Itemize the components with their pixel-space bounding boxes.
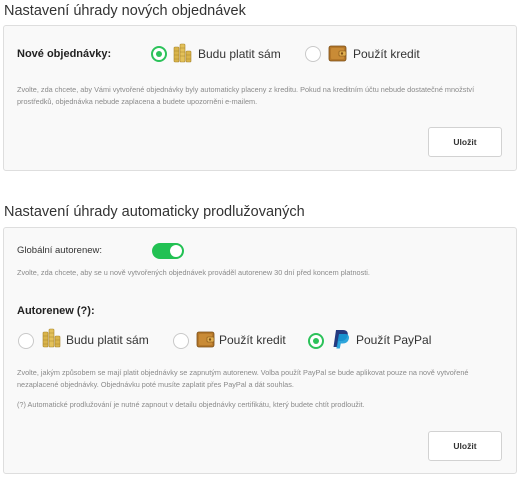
wallet-icon: [328, 43, 348, 68]
radio-autorenew-use-paypal[interactable]: [308, 333, 324, 349]
wallet-icon: [196, 329, 216, 354]
autorenew-note-text: (?) Automatické prodlužování je nutné za…: [17, 400, 365, 409]
autorenew-help-text: Zvolte, jakým způsobem se mají platit ob…: [17, 368, 469, 389]
section-title-new-orders: Nastavení úhrady nových objednávek: [4, 3, 246, 19]
paypal-icon: [332, 329, 350, 354]
radio-autorenew-use-credit[interactable]: [173, 333, 189, 349]
option-autorenew-pay-self-label: Budu platit sám: [66, 333, 149, 347]
radio-pay-self[interactable]: [151, 46, 167, 62]
panel-new-orders: Nové objednávky: Budu platit sám Použít …: [3, 25, 517, 171]
new-orders-help-text: Zvolte, zda chcete, aby Vámi vytvořené o…: [17, 85, 475, 106]
global-autorenew-label: Globální autorenew:: [17, 245, 103, 256]
save-button-autorenew[interactable]: Uložit: [428, 431, 502, 461]
section-title-autorenew: Nastavení úhrady automaticky prodlužovan…: [4, 204, 305, 220]
new-orders-label: Nové objednávky:: [17, 48, 112, 60]
option-use-credit-label: Použít kredit: [353, 47, 420, 61]
radio-use-credit[interactable]: [305, 46, 321, 62]
radio-autorenew-pay-self[interactable]: [18, 333, 34, 349]
autorenew-label: Autorenew (?):: [17, 305, 95, 317]
panel-autorenew: Globální autorenew: Zvolte, zda chcete, …: [3, 227, 517, 474]
coins-icon: [172, 42, 192, 69]
global-autorenew-toggle[interactable]: [152, 243, 184, 259]
option-autorenew-use-credit-label: Použít kredit: [219, 333, 286, 347]
option-autorenew-use-paypal-label: Použít PayPal: [356, 333, 432, 347]
coins-icon: [41, 327, 61, 354]
global-autorenew-help-text: Zvolte, zda chcete, aby se u nově vytvoř…: [17, 268, 370, 277]
option-pay-self-label: Budu platit sám: [198, 47, 281, 61]
save-button-new-orders[interactable]: Uložit: [428, 127, 502, 157]
